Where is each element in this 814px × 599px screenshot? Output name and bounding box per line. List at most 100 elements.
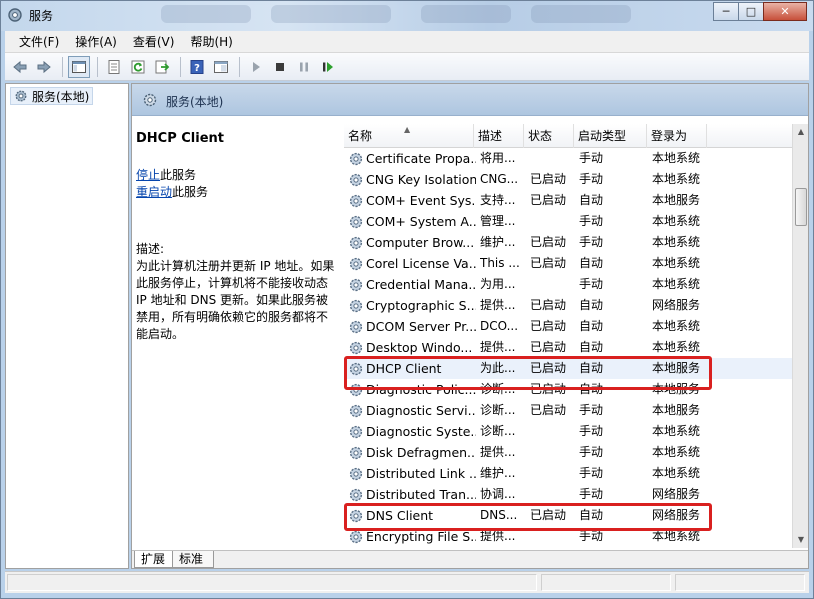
service-description: 为用...: [480, 277, 516, 291]
column-header-status[interactable]: 状态: [524, 124, 574, 148]
service-status: 已启动: [530, 319, 567, 333]
table-row[interactable]: Distributed Tran... 协调... 手动 网络服务: [344, 484, 792, 505]
service-description: This ...: [480, 256, 520, 270]
menu-help[interactable]: 帮助(H): [182, 32, 240, 52]
scrollbar-thumb[interactable]: [795, 188, 807, 226]
column-header-name[interactable]: ▲ 名称: [344, 124, 474, 148]
pause-service-button[interactable]: [293, 56, 315, 78]
table-row[interactable]: Disk Defragmen... 提供... 手动 本地系统: [344, 442, 792, 463]
service-startup-type: 手动: [579, 403, 604, 417]
service-gear-icon: [349, 467, 363, 481]
list-header: ▲ 名称 描述 状态 启动类型 登录为: [344, 124, 792, 148]
service-rows: Certificate Propa... 将用... 手动 本地系统 CNG Key I…: [344, 148, 792, 544]
table-row[interactable]: COM+ Event Sys... 支持... 已启动 自动 本地服务: [344, 190, 792, 211]
service-gear-icon: [349, 257, 363, 271]
status-segment-2: [541, 574, 671, 591]
properties-button[interactable]: [103, 56, 125, 78]
status-segment-3: [675, 574, 805, 591]
service-gear-icon: [349, 215, 363, 229]
maximize-button[interactable]: □: [738, 2, 764, 21]
restart-service-link[interactable]: 重启动: [136, 185, 172, 199]
service-status: 已启动: [530, 403, 567, 417]
tab-extended[interactable]: 扩展: [134, 551, 177, 568]
service-gear-icon: [349, 152, 363, 166]
column-header-startup-type[interactable]: 启动类型: [574, 124, 647, 148]
service-logon-as: 本地系统: [652, 424, 701, 438]
service-logon-as: 本地服务: [652, 403, 701, 417]
back-button[interactable]: [9, 56, 31, 78]
window-title: 服务: [29, 9, 54, 23]
column-header-logon-as[interactable]: 登录为: [647, 124, 707, 148]
service-gear-icon: [349, 488, 363, 502]
service-startup-type: 手动: [579, 445, 604, 459]
service-gear-icon: [349, 320, 363, 334]
stop-service-button[interactable]: [269, 56, 291, 78]
vertical-scrollbar[interactable]: ▲ ▼: [792, 124, 808, 548]
service-gear-icon: [349, 404, 363, 418]
service-description: 维护...: [480, 235, 516, 249]
table-row[interactable]: Desktop Windo... 提供... 已启动 自动 本地系统: [344, 337, 792, 358]
stop-service-line: 停止此服务: [136, 167, 336, 184]
highlight-dns-client: [344, 503, 712, 531]
scroll-down-arrow-icon[interactable]: ▼: [793, 532, 809, 548]
export-list-button[interactable]: [151, 56, 173, 78]
start-service-button[interactable]: [245, 56, 267, 78]
restart-service-button[interactable]: [317, 56, 339, 78]
refresh-button[interactable]: [127, 56, 149, 78]
service-description: 支持...: [480, 193, 516, 207]
tab-standard[interactable]: 标准: [172, 551, 215, 568]
service-startup-type: 手动: [579, 424, 604, 438]
service-logon-as: 本地系统: [652, 214, 701, 228]
minimize-button[interactable]: ─: [713, 2, 739, 21]
menu-view[interactable]: 查看(V): [125, 32, 183, 52]
menu-file[interactable]: 文件(F): [11, 32, 67, 52]
table-row[interactable]: CNG Key Isolation CNG... 已启动 手动 本地系统: [344, 169, 792, 190]
service-logon-as: 本地系统: [652, 340, 701, 354]
service-status: 已启动: [530, 340, 567, 354]
table-row[interactable]: Computer Brow... 维护... 已启动 手动 本地系统: [344, 232, 792, 253]
service-startup-type: 手动: [579, 214, 604, 228]
selected-service-name: DHCP Client: [136, 131, 225, 146]
table-row[interactable]: COM+ System A... 管理... 手动 本地系统: [344, 211, 792, 232]
service-gear-icon: [349, 446, 363, 460]
table-row[interactable]: Credential Mana... 为用... 手动 本地系统: [344, 274, 792, 295]
table-row[interactable]: Diagnostic Syste... 诊断... 手动 本地系统: [344, 421, 792, 442]
show-console-tree-button[interactable]: [68, 55, 90, 78]
close-button[interactable]: ✕: [763, 2, 807, 21]
service-description: 协调...: [480, 487, 516, 501]
service-status: 已启动: [530, 298, 567, 312]
services-gear-icon: [143, 93, 157, 107]
service-startup-type: 自动: [579, 193, 604, 207]
stop-service-link[interactable]: 停止: [136, 168, 160, 182]
table-row[interactable]: DCOM Server Pr... DCO... 已启动 自动 本地系统: [344, 316, 792, 337]
view-tabs: 扩展 标准: [132, 550, 808, 568]
service-logon-as: 本地服务: [652, 193, 701, 207]
help-button[interactable]: ?: [186, 56, 208, 78]
highlight-dhcp-client: [344, 356, 712, 390]
export-list-icon: [155, 60, 170, 73]
service-status: 已启动: [530, 256, 567, 270]
forward-button[interactable]: [33, 56, 55, 78]
service-gear-icon: [349, 341, 363, 355]
tree-item-services-local[interactable]: 服务(本地): [10, 87, 94, 105]
service-name: Desktop Windo...: [366, 340, 473, 355]
console-tree-icon: [72, 60, 86, 73]
service-startup-type: 手动: [579, 487, 604, 501]
table-row[interactable]: Distributed Link ... 维护... 手动 本地系统: [344, 463, 792, 484]
scroll-up-arrow-icon[interactable]: ▲: [793, 124, 809, 140]
services-gear-icon: [15, 90, 27, 102]
table-row[interactable]: Certificate Propa... 将用... 手动 本地系统: [344, 148, 792, 169]
table-row[interactable]: Corel License Va... This ... 已启动 自动 本地系统: [344, 253, 792, 274]
service-logon-as: 本地系统: [652, 277, 701, 291]
table-row[interactable]: Cryptographic S... 提供... 已启动 自动 网络服务: [344, 295, 792, 316]
console-view-button[interactable]: [210, 56, 232, 78]
service-description: DCO...: [480, 319, 519, 333]
menu-action[interactable]: 操作(A): [67, 32, 125, 52]
service-logon-as: 本地系统: [652, 256, 701, 270]
service-description: 管理...: [480, 214, 516, 228]
table-row[interactable]: Diagnostic Servi... 诊断... 已启动 手动 本地服务: [344, 400, 792, 421]
forward-arrow-icon: [37, 60, 51, 73]
column-header-description[interactable]: 描述: [474, 124, 524, 148]
service-gear-icon: [349, 530, 363, 544]
title-bar[interactable]: 服务 ─ □ ✕: [1, 1, 813, 31]
